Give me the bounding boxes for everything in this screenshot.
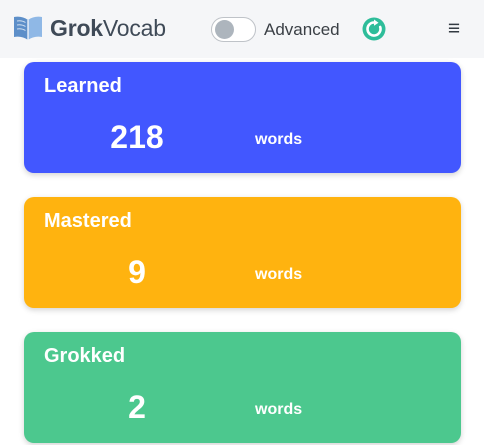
card-title: Learned [44,75,122,97]
grokked-card[interactable]: Grokked 2 words [24,332,461,443]
card-unit: words [255,131,303,148]
card-count: 9 [128,254,146,290]
card-unit: words [255,401,303,418]
card-title: Mastered [44,210,132,232]
advanced-toggle-group: Advanced [211,17,340,42]
logo[interactable]: GrokVocab [12,13,166,43]
brand-name-regular: Vocab [102,14,166,41]
advanced-label: Advanced [264,19,340,39]
refresh-icon[interactable] [362,17,386,41]
mastered-card[interactable]: Mastered 9 words [24,197,461,308]
hamburger-menu-icon[interactable]: ≡ [446,18,462,39]
brand-name: GrokVocab [50,15,166,42]
open-book-icon [14,16,42,40]
card-title: Grokked [44,345,126,367]
toggle-knob [215,20,234,39]
brand-name-bold: Grok [50,14,103,41]
top-bar: GrokVocab Advanced ≡ [0,0,484,58]
card-count: 2 [128,389,146,425]
card-count: 218 [110,119,164,155]
advanced-toggle[interactable] [211,17,256,42]
learned-card[interactable]: Learned 218 words [24,62,461,173]
card-unit: words [255,266,303,283]
